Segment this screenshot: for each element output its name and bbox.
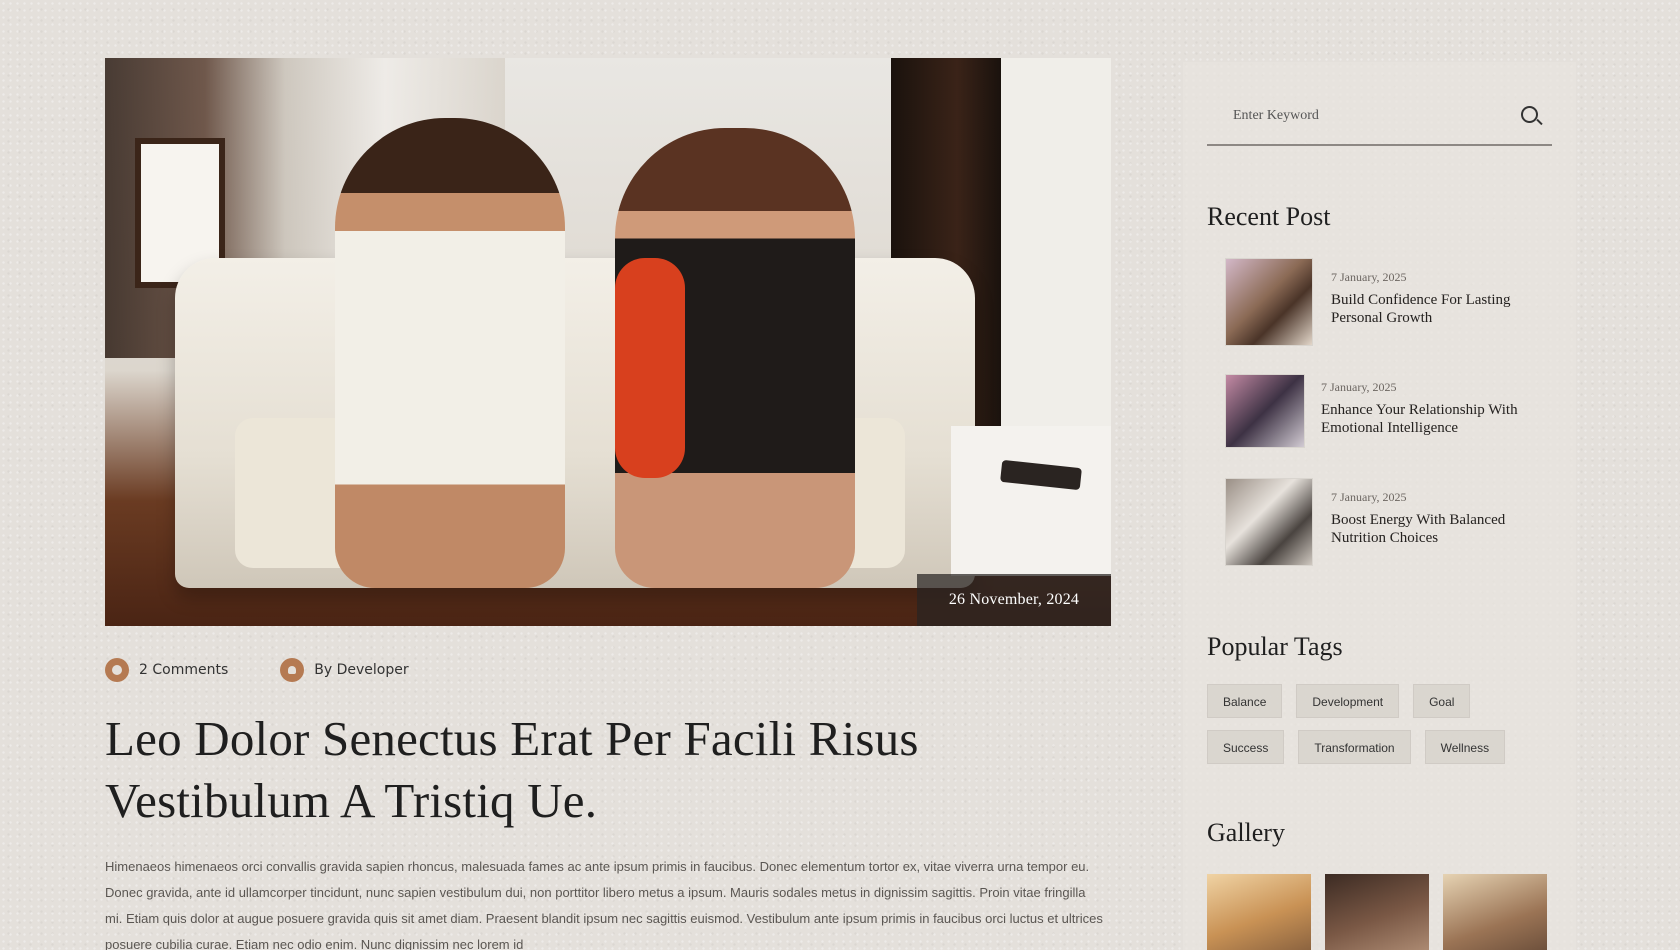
tag-transformation[interactable]: Transformation [1298,730,1411,764]
tag-goal[interactable]: Goal [1413,684,1471,718]
recent-post-item[interactable]: 7 January, 2025 Build Confidence For Las… [1207,258,1552,368]
user-icon [280,658,305,682]
recent-post-thumbnail[interactable] [1225,258,1313,346]
gallery-grid [1207,874,1552,950]
popular-tags-heading: Popular Tags [1207,632,1343,661]
sidebar: Recent Post 7 January, 2025 Build Confid… [1183,62,1576,950]
blog-post-main: 26 November, 2024 2 Comments By Develope… [105,58,1111,950]
gallery-heading: Gallery [1207,818,1285,847]
recent-post-date: 7 January, 2025 [1331,270,1407,284]
comments-count: 2 Comments [139,662,229,678]
post-meta: 2 Comments By Developer [105,658,1111,682]
post-body: Himenaeos himenaeos orci convallis gravi… [105,859,1103,950]
gallery-image[interactable] [1207,874,1311,950]
recent-post-heading: Recent Post [1207,202,1331,231]
tag-success[interactable]: Success [1207,730,1285,764]
recent-post-title[interactable]: Build Confidence For Lasting Personal Gr… [1331,291,1551,327]
tag-balance[interactable]: Balance [1207,684,1283,718]
search-icon[interactable] [1518,103,1544,129]
recent-post-item[interactable]: 7 January, 2025 Enhance Your Relationshi… [1207,368,1552,478]
recent-post-thumbnail[interactable] [1225,478,1313,566]
search-box [1207,88,1552,146]
featured-image: 26 November, 2024 [105,58,1111,626]
gallery-image[interactable] [1443,874,1547,950]
tag-development[interactable]: Development [1296,684,1400,718]
post-title: Leo Dolor Senectus Erat Per Facili Risus… [105,711,919,828]
gallery-image[interactable] [1325,874,1429,950]
author-name: By Developer [314,662,409,678]
recent-post-title[interactable]: Boost Energy With Balanced Nutrition Cho… [1331,511,1551,547]
recent-post-date: 7 January, 2025 [1331,490,1407,504]
tag-wellness[interactable]: Wellness [1424,730,1506,764]
author-link[interactable]: By Developer [280,658,409,682]
tag-cloud: Balance Development Goal Success Transfo… [1207,684,1517,764]
comment-icon [105,658,129,682]
search-input[interactable] [1233,108,1503,124]
recent-post-item[interactable]: 7 January, 2025 Boost Energy With Balanc… [1207,478,1552,588]
recent-post-thumbnail[interactable] [1225,374,1305,448]
recent-post-title[interactable]: Enhance Your Relationship With Emotional… [1321,401,1541,437]
post-date-badge: 26 November, 2024 [917,574,1111,626]
recent-post-date: 7 January, 2025 [1321,380,1397,394]
comments-link[interactable]: 2 Comments [105,658,228,682]
recent-post-list: 7 January, 2025 Build Confidence For Las… [1207,258,1552,588]
